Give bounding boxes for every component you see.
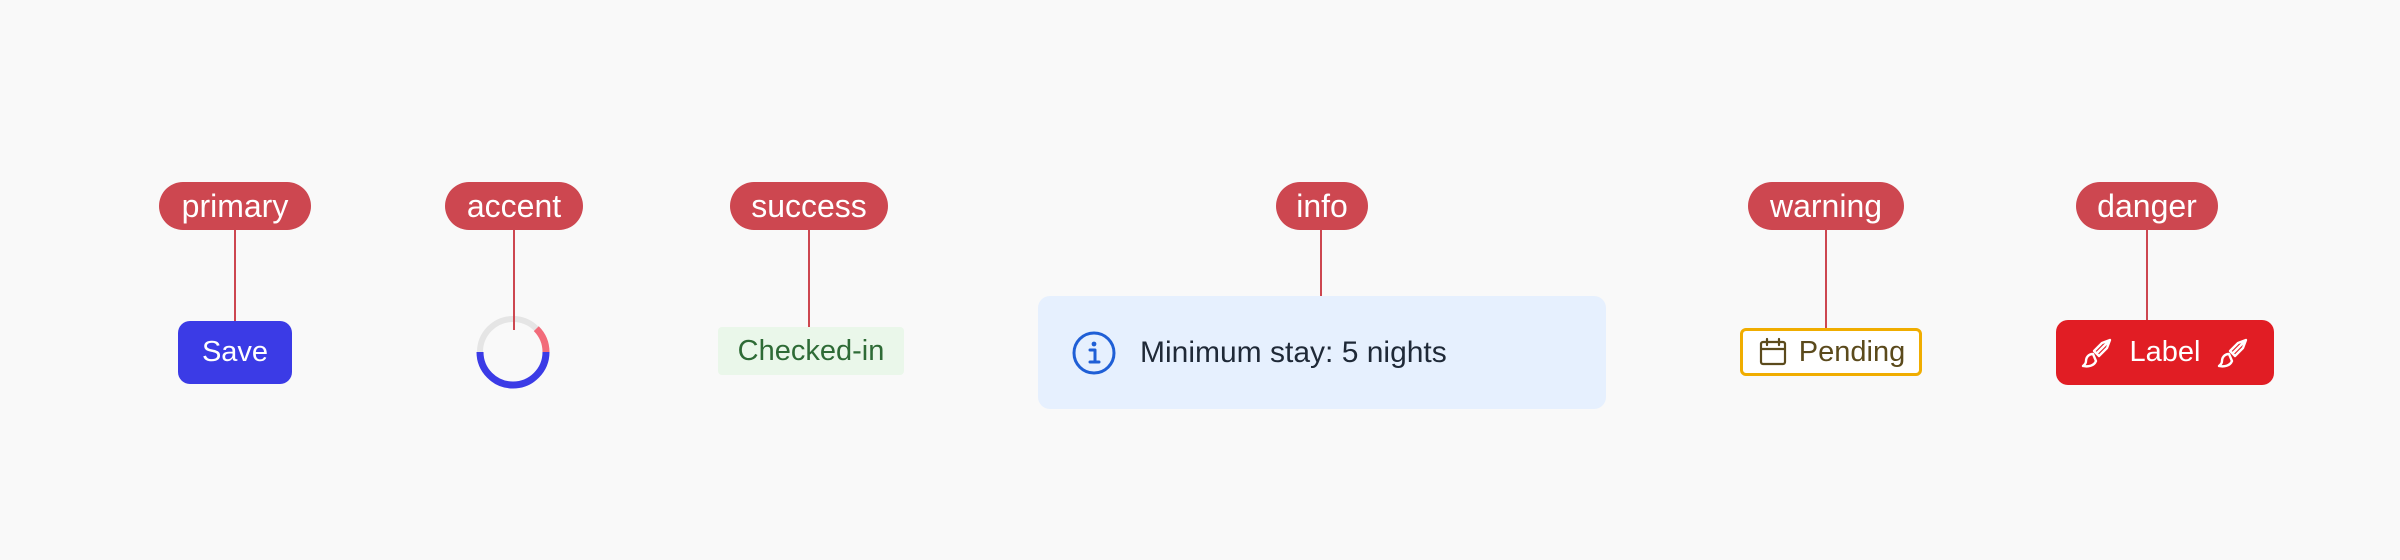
save-button[interactable]: Save (178, 321, 292, 384)
annotation-line-accent (513, 230, 515, 330)
tag-info: info (1276, 182, 1368, 230)
annotation-line-info (1320, 230, 1322, 296)
tag-primary: primary (159, 182, 311, 230)
brush-icon (2081, 338, 2111, 368)
info-circle-icon (1072, 331, 1116, 374)
status-badge-checked-in: Checked-in (718, 327, 904, 375)
brush-icon (2218, 338, 2248, 368)
tag-success: success (730, 182, 888, 230)
annotation-line-warning (1825, 230, 1827, 328)
pending-chip: Pending (1740, 328, 1922, 376)
annotation-line-success (808, 230, 810, 327)
label-button[interactable]: Label (2056, 320, 2274, 385)
annotation-line-danger (2146, 230, 2148, 320)
tag-warning: warning (1748, 182, 1904, 230)
tag-danger: danger (2076, 182, 2218, 230)
chip-label: Pending (1798, 335, 1906, 368)
button-label: Label (2129, 336, 2201, 368)
tag-accent: accent (445, 182, 583, 230)
annotation-line-primary (234, 230, 236, 321)
calendar-icon (1759, 337, 1786, 366)
alert-message: Minimum stay: 5 nights (1140, 335, 1447, 369)
info-alert: Minimum stay: 5 nights (1038, 296, 1606, 409)
